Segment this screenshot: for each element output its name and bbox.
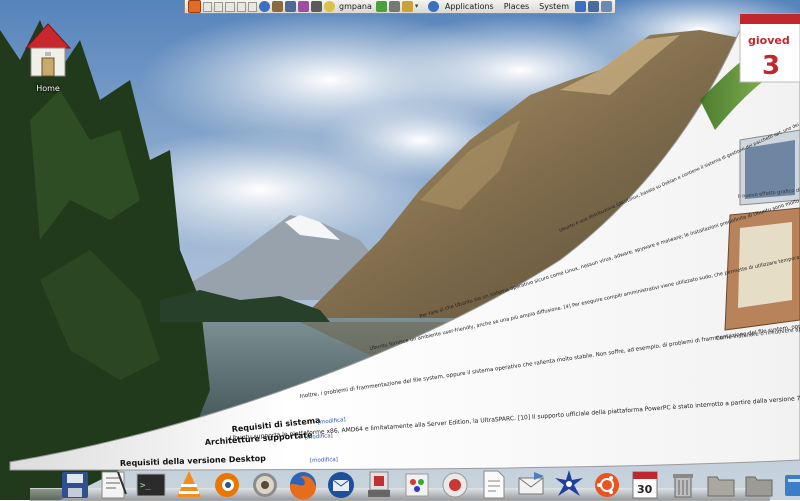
file-manager-icon[interactable]: [780, 468, 800, 500]
edit-link-3[interactable]: [modifica]: [310, 457, 338, 464]
display-icon[interactable]: [588, 1, 599, 12]
home-house-icon: [24, 23, 72, 77]
ubuntu-menu-icon[interactable]: [427, 1, 439, 12]
ubuntu-logo-icon[interactable]: [590, 468, 624, 500]
trash-icon[interactable]: [666, 468, 700, 500]
taskbar-window-slot-5[interactable]: [247, 1, 258, 12]
home-label: Home: [36, 84, 60, 93]
launcher-tools-icon[interactable]: [272, 1, 284, 12]
stamp-icon[interactable]: [362, 468, 396, 500]
menu-system[interactable]: System: [535, 1, 573, 13]
launcher-screen-icon[interactable]: [285, 1, 297, 12]
launcher-globe-icon[interactable]: [259, 1, 271, 12]
mail-send-icon[interactable]: [514, 468, 548, 500]
blender-icon[interactable]: [210, 468, 244, 500]
taskbar-window-slot-4[interactable]: [236, 1, 246, 12]
desktop-icon[interactable]: [601, 1, 612, 12]
star-icon[interactable]: [375, 1, 387, 12]
firefox-taskbar-icon[interactable]: [188, 0, 201, 13]
network-icon[interactable]: [401, 1, 413, 12]
firefox-icon[interactable]: [286, 468, 320, 500]
top-panel: gmpana ▾ Applications Places System: [184, 0, 616, 14]
paint-icon[interactable]: [400, 468, 434, 500]
home-folder-desktop-icon[interactable]: Home: [22, 20, 74, 98]
save-floppy-icon[interactable]: [58, 468, 92, 500]
sidebar-thumbnail-2[interactable]: [724, 207, 800, 331]
volume-icon[interactable]: [388, 1, 400, 12]
calendar-weekday: gioved: [748, 34, 790, 47]
taskbar-window-slot-2[interactable]: [214, 1, 224, 12]
sidebar-thumbnail-1[interactable]: [739, 129, 800, 206]
calendar-widget[interactable]: gioved 3: [739, 13, 800, 83]
gimp-icon[interactable]: [248, 468, 282, 500]
menu-applications[interactable]: Applications: [441, 1, 498, 13]
user-icon[interactable]: [324, 1, 336, 12]
svg-text:>_: >_: [140, 481, 151, 491]
taskbar-window-slot-1[interactable]: [203, 1, 213, 12]
calendar-icon-date: 30: [637, 483, 653, 496]
user-name-label[interactable]: gmpana: [337, 1, 374, 13]
dock: >_ 30: [58, 466, 800, 500]
chevron-down-icon[interactable]: ▾: [415, 1, 426, 12]
terminal-icon[interactable]: >_: [134, 468, 168, 500]
thunderbird-icon[interactable]: [324, 468, 358, 500]
star-burst-icon[interactable]: [552, 468, 586, 500]
vlc-icon[interactable]: [172, 468, 206, 500]
screenshot-icon[interactable]: [438, 468, 472, 500]
text-document-icon[interactable]: [476, 468, 510, 500]
text-editor-icon[interactable]: [96, 468, 130, 500]
calendar-day-number: 3: [762, 51, 780, 81]
calendar-icon[interactable]: 30: [628, 468, 662, 500]
taskbar-window-slot-3[interactable]: [225, 1, 235, 12]
help-icon[interactable]: [575, 1, 586, 12]
launcher-media-icon[interactable]: [298, 1, 310, 12]
launcher-camera-icon[interactable]: [311, 1, 323, 12]
folder-2-icon[interactable]: [742, 468, 776, 500]
folder-icon[interactable]: [704, 468, 738, 500]
menu-places[interactable]: Places: [500, 1, 533, 13]
